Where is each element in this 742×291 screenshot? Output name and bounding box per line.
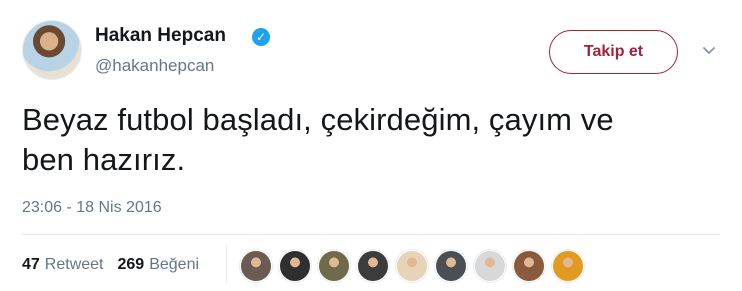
like-stat[interactable]: 269 Beğeni [118, 256, 200, 274]
liker-avatar[interactable] [435, 250, 467, 282]
liker-avatar[interactable] [513, 250, 545, 282]
profile-avatar[interactable] [22, 20, 82, 80]
display-name[interactable]: Hakan Hepcan [95, 25, 226, 47]
liker-avatars [240, 250, 591, 282]
divider [22, 234, 720, 235]
liker-avatar[interactable] [240, 250, 272, 282]
liker-avatar[interactable] [474, 250, 506, 282]
user-handle[interactable]: @hakanhepcan [95, 56, 214, 76]
chevron-down-icon[interactable] [702, 44, 716, 58]
retweet-stat[interactable]: 47 Retweet [22, 256, 104, 274]
tweet-text-line-1: Beyaz futbol başladı, çekirdeğim, çayım … [22, 102, 614, 137]
like-count: 269 [117, 256, 145, 273]
liker-avatar[interactable] [279, 250, 311, 282]
retweet-count: 47 [22, 256, 40, 273]
liker-avatar[interactable] [357, 250, 389, 282]
verified-checkmark-icon: ✓ [252, 28, 270, 46]
liker-avatar[interactable] [318, 250, 350, 282]
like-label: Beğeni [149, 256, 200, 273]
retweet-label: Retweet [44, 256, 104, 273]
follow-button[interactable]: Takip et [549, 30, 678, 74]
tweet-stats: 47 Retweet 269 Beğeni [22, 256, 213, 274]
tweet-timestamp[interactable]: 23:06 - 18 Nis 2016 [22, 199, 162, 217]
tweet-text-line-2: ben hazırız. [22, 142, 186, 177]
liker-avatar[interactable] [396, 250, 428, 282]
tweet-text: Beyaz futbol başladı, çekirdeğim, çayım … [22, 100, 712, 180]
stats-separator [226, 244, 227, 284]
liker-avatar[interactable] [552, 250, 584, 282]
